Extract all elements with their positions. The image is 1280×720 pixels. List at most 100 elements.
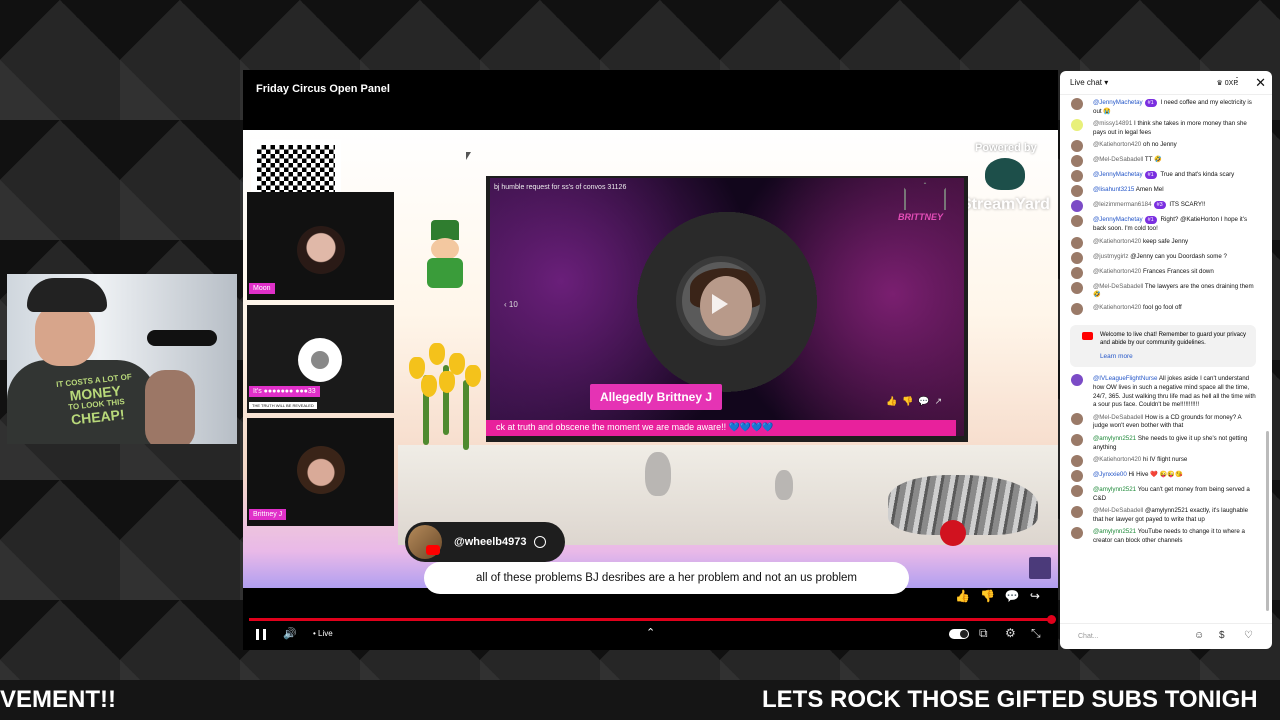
chat-avatar[interactable] xyxy=(1071,266,1083,279)
chevron-up-icon[interactable]: ⌃ xyxy=(646,626,655,639)
chat-message: @lisahunt3215 Amen Mel xyxy=(1060,184,1266,199)
chat-author[interactable]: @Mel-DeSabadell xyxy=(1093,414,1143,421)
reaction-icons[interactable]: 👍👎💬↪ xyxy=(955,589,1050,603)
streamyard-logo-text: StreamYard xyxy=(961,196,1050,213)
chat-avatar[interactable] xyxy=(1071,302,1083,315)
volume-icon[interactable]: 🔊 xyxy=(283,627,297,640)
guest-tile-brittney: Brittney J xyxy=(247,418,394,526)
chat-author[interactable]: @JennyMachetay xyxy=(1093,171,1143,178)
chat-author[interactable]: @lisahunt3215 xyxy=(1093,186,1134,193)
guest-tile-moon: Moon xyxy=(247,192,394,300)
captions-icon[interactable]: ⧉ xyxy=(979,626,988,641)
live-chat-panel[interactable]: Live chat ▾ ♛ 0XP ⋮ ✕ @JennyMachetay #1 I… xyxy=(1060,71,1272,649)
autoplay-toggle[interactable] xyxy=(949,629,969,639)
more-options-icon[interactable]: ⋮ xyxy=(1232,76,1242,87)
progress-bar[interactable] xyxy=(249,615,1056,624)
learn-more-link[interactable]: Learn more xyxy=(1100,353,1250,361)
guest-avatar xyxy=(296,446,345,494)
scrolling-ticker: VEMENT!! LETS ROCK THOSE GIFTED SUBS TON… xyxy=(0,680,1280,720)
chat-avatar[interactable] xyxy=(1071,527,1083,540)
chat-scrollbar[interactable] xyxy=(1266,431,1269,611)
chat-text: hi IV flight nurse xyxy=(1143,456,1188,464)
chat-avatar[interactable] xyxy=(1071,455,1083,468)
chat-avatar[interactable] xyxy=(1071,215,1083,228)
chat-avatar[interactable] xyxy=(1071,281,1083,294)
chat-message: @JennyMachetay #1 I need coffee and my el… xyxy=(1060,97,1266,118)
chat-author[interactable]: @IVLeagueFlightNurse xyxy=(1093,375,1157,382)
bunny-decoration xyxy=(645,452,671,496)
chat-message: @Katiehorton420 Frances Frances sit down xyxy=(1060,266,1266,281)
progress-handle[interactable] xyxy=(1047,615,1056,624)
chat-message: @Katiehorton420 hi IV flight nurse xyxy=(1060,454,1266,469)
youtube-icon xyxy=(1082,331,1093,340)
super-chat-icon[interactable]: $ xyxy=(1219,630,1225,641)
chat-author[interactable]: @JennyMachetay xyxy=(1093,216,1143,223)
chat-author[interactable]: @JennyMachetay xyxy=(1093,99,1143,106)
leprechaun-decoration xyxy=(417,220,473,288)
chat-avatar[interactable] xyxy=(1071,185,1083,198)
chat-message-list[interactable]: @JennyMachetay #1 I need coffee and my el… xyxy=(1060,95,1266,617)
close-icon[interactable]: ✕ xyxy=(1255,75,1266,91)
chat-message: @amylynn2521 You can't get money from be… xyxy=(1060,484,1266,505)
chat-input[interactable]: Chat... xyxy=(1078,633,1099,640)
chat-author[interactable]: @justmygirlz xyxy=(1093,253,1129,260)
chat-author[interactable]: @Katiehorton420 xyxy=(1093,268,1141,275)
chat-text: Amen Mel xyxy=(1135,186,1164,194)
chat-author[interactable]: @Katiehorton420 xyxy=(1093,304,1141,311)
chat-avatar[interactable] xyxy=(1071,98,1083,110)
chat-avatar[interactable] xyxy=(1071,470,1083,483)
chat-text: oh no Jenny xyxy=(1143,141,1177,149)
chat-text: ITS SCARY!! xyxy=(1169,201,1206,209)
chat-author[interactable]: @missy14891 xyxy=(1093,120,1132,127)
streamer-face xyxy=(35,304,95,366)
chat-author[interactable]: @Katiehorton420 xyxy=(1093,238,1141,245)
chat-avatar[interactable] xyxy=(1071,251,1083,264)
chat-message: @Mel-DeSabadell How is a CD grounds for … xyxy=(1060,412,1266,433)
chat-avatar[interactable] xyxy=(1071,155,1083,168)
chat-author[interactable]: @leizimmerman6184 xyxy=(1093,201,1152,208)
chat-avatar[interactable] xyxy=(1071,119,1083,132)
chat-header: Live chat ▾ ♛ 0XP ⋮ ✕ xyxy=(1060,71,1272,95)
chat-author[interactable]: @Mel-DeSabadell xyxy=(1093,156,1143,163)
chat-text: TT 🤣 xyxy=(1144,156,1162,164)
chat-avatar[interactable] xyxy=(1071,170,1083,183)
chat-author[interactable]: @amylynn2521 xyxy=(1093,528,1136,535)
chat-avatar[interactable] xyxy=(1071,433,1083,446)
chat-rank-badge: #1 xyxy=(1144,216,1157,225)
chat-author[interactable]: @Katiehorton420 xyxy=(1093,456,1141,463)
heart-icon[interactable]: ♡ xyxy=(1244,630,1253,641)
chat-message: @Katiehorton420 oh no Jenny xyxy=(1060,139,1266,154)
gear-icon[interactable]: ⚙ xyxy=(1005,626,1016,640)
chat-author[interactable]: @amylynn2521 xyxy=(1093,435,1136,442)
chat-message: @JennyMachetay #1 True and that's kinda s… xyxy=(1060,169,1266,184)
chat-message: @leizimmerman6184 #3 ITS SCARY!! xyxy=(1060,199,1266,214)
chat-message: @JennyMachetay #1 Right? @KatieHorton I h… xyxy=(1060,214,1266,235)
chat-avatar[interactable] xyxy=(1071,374,1083,387)
video-player[interactable]: Friday Circus Open Panel Moon It's ●●●●●… xyxy=(243,70,1058,650)
chat-author[interactable]: @Jynxxie00 xyxy=(1093,471,1127,478)
chat-message: @Mel-DeSabadell TT 🤣 xyxy=(1060,154,1266,169)
chat-message: @Mel-DeSabadell @amylynn2521 exactly, it… xyxy=(1060,505,1266,526)
chat-avatar[interactable] xyxy=(1071,236,1083,249)
verified-icon xyxy=(534,536,547,548)
guest-name: Moon xyxy=(249,283,275,294)
chat-avatar[interactable] xyxy=(1071,200,1083,213)
chat-author[interactable]: @Katiehorton420 xyxy=(1093,141,1141,148)
play-icon[interactable] xyxy=(712,294,728,314)
live-indicator[interactable]: • Live xyxy=(313,629,333,638)
chat-author[interactable]: @Mel-DeSabadell xyxy=(1093,507,1143,514)
chat-author[interactable]: @amylynn2521 xyxy=(1093,486,1136,493)
guest-name: Brittney J xyxy=(249,509,287,520)
chat-avatar[interactable] xyxy=(1071,506,1083,519)
chat-mode-dropdown[interactable]: Live chat ▾ xyxy=(1070,78,1108,87)
commenter-handle: @wheelb4973 xyxy=(454,536,527,548)
chat-avatar[interactable] xyxy=(1071,485,1083,498)
pause-icon[interactable] xyxy=(256,629,266,640)
streamer-arm xyxy=(145,370,195,444)
exit-fullscreen-icon[interactable]: ⤡ xyxy=(1031,626,1041,641)
chat-author[interactable]: @Mel-DeSabadell xyxy=(1093,283,1143,290)
emoji-icon[interactable]: ☺ xyxy=(1194,630,1204,641)
chat-message: @Jynxxie00 Hi Hive ❤️ 😜😜😘 xyxy=(1060,469,1266,484)
chat-avatar[interactable] xyxy=(1071,140,1083,153)
chat-avatar[interactable] xyxy=(1071,412,1083,425)
